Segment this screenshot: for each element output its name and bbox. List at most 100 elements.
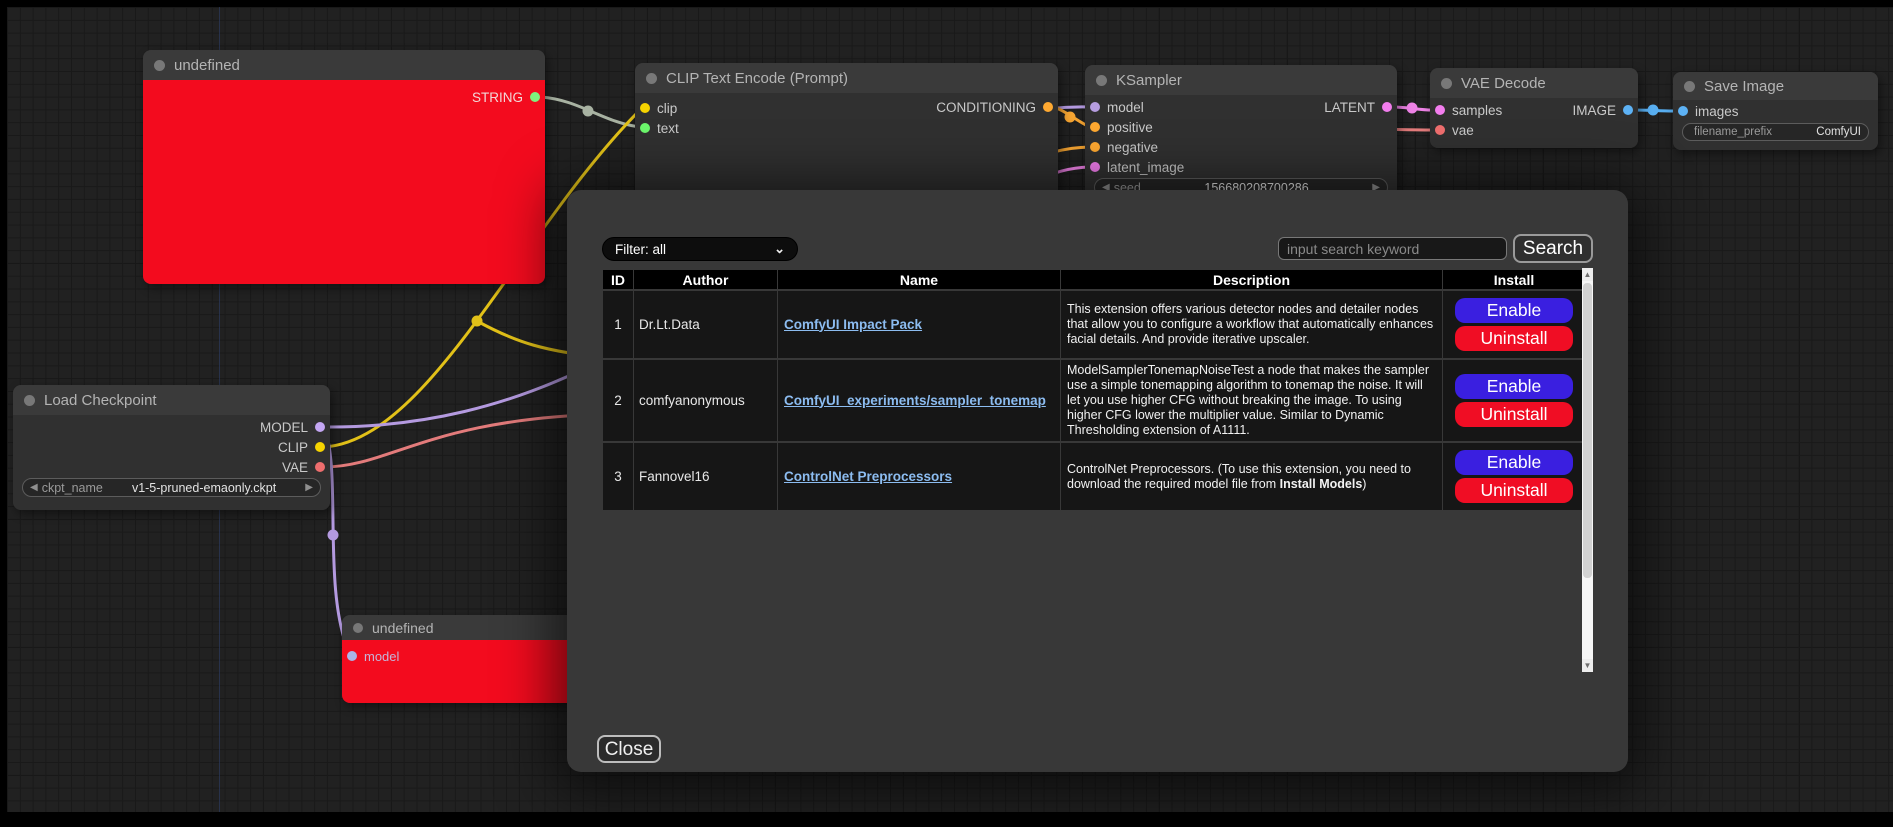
input-slot-vae[interactable]: vae [1435,120,1474,140]
output-slot-model[interactable]: MODEL [260,417,325,437]
output-slot-clip[interactable]: CLIP [278,437,325,457]
input-port-icon[interactable] [1435,105,1445,115]
extension-description-cell: ModelSamplerTonemapNoiseTest a node that… [1061,360,1442,441]
output-port-icon[interactable] [315,442,325,452]
scrollbar-thumb[interactable] [1583,283,1592,578]
output-slot-conditioning[interactable]: CONDITIONING [936,97,1053,117]
node-title-bar[interactable]: Save Image [1673,72,1878,100]
output-port-icon[interactable] [530,92,540,102]
enable-button[interactable]: Enable [1455,450,1573,475]
table-scrollbar[interactable]: ▲ ▼ [1582,268,1593,672]
header-author: Author [634,270,777,289]
extension-id-cell: 1 [603,291,633,358]
node-collapse-dot-icon[interactable] [1441,78,1452,89]
uninstall-button[interactable]: Uninstall [1455,478,1573,503]
input-port-icon[interactable] [1678,106,1688,116]
extension-name-link[interactable]: ComfyUI_experiments/sampler_tonemap [784,393,1046,408]
node-title-bar[interactable]: VAE Decode [1430,68,1638,98]
input-slot-samples[interactable]: samples [1435,100,1502,120]
node-title-bar[interactable]: undefined [143,50,545,80]
extension-row: 3Fannovel16ControlNet PreprocessorsContr… [603,443,1585,510]
chevron-down-icon: ⌄ [774,241,785,257]
scroll-down-icon[interactable]: ▼ [1582,659,1593,672]
uninstall-button[interactable]: Uninstall [1455,326,1573,351]
input-port-icon[interactable] [1090,142,1100,152]
input-slot-latent-image[interactable]: latent_image [1090,157,1184,177]
widget-increment-icon[interactable]: ▶ [305,482,313,493]
output-slot-vae[interactable]: VAE [282,457,325,477]
slot-label: IMAGE [1572,103,1616,118]
node-save-image[interactable]: Save Image images filename_prefix ComfyU… [1673,72,1878,150]
description-bold-text: Install Models [1280,477,1363,491]
node-undefined-top[interactable]: undefined STRING [143,50,545,284]
node-title-bar[interactable]: CLIP Text Encode (Prompt) [635,63,1058,93]
node-title-bar[interactable]: undefined [342,615,587,640]
output-slot-image[interactable]: IMAGE [1572,100,1633,120]
input-port-icon[interactable] [640,123,650,133]
search-input[interactable] [1278,237,1507,260]
widget-decrement-icon[interactable]: ◀ [30,482,38,493]
widget-value[interactable]: ComfyUI [1772,126,1861,138]
enable-button[interactable]: Enable [1455,298,1573,323]
input-port-icon[interactable] [640,103,650,113]
node-load-checkpoint[interactable]: Load Checkpoint MODEL CLIP VAE ◀ ckpt_na… [13,385,330,510]
uninstall-button[interactable]: Uninstall [1455,402,1573,427]
input-slot-model[interactable]: model [347,646,399,666]
widget-name: filename_prefix [1694,126,1772,138]
output-port-icon[interactable] [1382,102,1392,112]
input-slot-text[interactable]: text [640,118,679,138]
slot-label: clip [657,101,677,116]
node-title: Save Image [1704,78,1784,95]
table-header-row: ID Author Name Description Install [603,270,1585,289]
scroll-up-icon[interactable]: ▲ [1582,268,1593,281]
custom-nodes-manager-dialog: Filter: all ⌄ Search ID Author Name Desc… [567,190,1628,772]
input-port-icon[interactable] [1090,162,1100,172]
node-title-bar[interactable]: Load Checkpoint [13,385,330,415]
output-port-icon[interactable] [315,462,325,472]
input-port-icon[interactable] [1090,102,1100,112]
filter-select[interactable]: Filter: all ⌄ [602,237,798,261]
close-button[interactable]: Close [597,735,661,763]
slot-label: text [657,121,679,136]
input-port-icon[interactable] [1435,125,1445,135]
input-port-icon[interactable] [347,651,357,661]
filename-prefix-widget[interactable]: filename_prefix ComfyUI [1682,123,1869,141]
extension-name-link[interactable]: ControlNet Preprocessors [784,469,952,484]
node-collapse-dot-icon[interactable] [1684,81,1695,92]
input-slot-model[interactable]: model [1090,97,1144,117]
node-undefined-bottom[interactable]: undefined model [342,615,587,703]
widget-value[interactable]: v1-5-pruned-emaonly.ckpt [103,481,305,495]
output-slot-string[interactable]: STRING [472,87,540,107]
node-title: Load Checkpoint [44,392,157,409]
slot-label: CONDITIONING [936,100,1036,115]
output-port-icon[interactable] [315,422,325,432]
input-slot-positive[interactable]: positive [1090,117,1153,137]
node-collapse-dot-icon[interactable] [1096,75,1107,86]
node-title-bar[interactable]: KSampler [1085,65,1397,95]
node-collapse-dot-icon[interactable] [154,60,165,71]
extension-author-cell: Dr.Lt.Data [634,291,777,358]
input-slot-negative[interactable]: negative [1090,137,1158,157]
extension-name-link[interactable]: ComfyUI Impact Pack [784,317,922,332]
output-port-icon[interactable] [1043,102,1053,112]
extension-author-cell: comfyanonymous [634,360,777,441]
node-title: KSampler [1116,72,1182,89]
input-port-icon[interactable] [1090,122,1100,132]
extension-name-cell: ComfyUI Impact Pack [778,291,1060,358]
search-button[interactable]: Search [1513,234,1593,263]
node-vae-decode[interactable]: VAE Decode samples vae IMAGE [1430,68,1638,148]
node-collapse-dot-icon[interactable] [646,73,657,84]
header-id: ID [603,270,633,289]
output-port-icon[interactable] [1623,105,1633,115]
ckpt-name-widget[interactable]: ◀ ckpt_name v1-5-pruned-emaonly.ckpt ▶ [22,478,321,497]
slot-label: STRING [472,90,523,105]
widget-name: ckpt_name [42,481,103,495]
node-collapse-dot-icon[interactable] [353,623,363,633]
input-slot-clip[interactable]: clip [640,98,677,118]
node-collapse-dot-icon[interactable] [24,395,35,406]
output-slot-latent[interactable]: LATENT [1324,97,1392,117]
enable-button[interactable]: Enable [1455,374,1573,399]
extension-id-cell: 2 [603,360,633,441]
input-slot-images[interactable]: images [1678,101,1739,121]
extension-description-cell: This extension offers various detector n… [1061,291,1442,358]
